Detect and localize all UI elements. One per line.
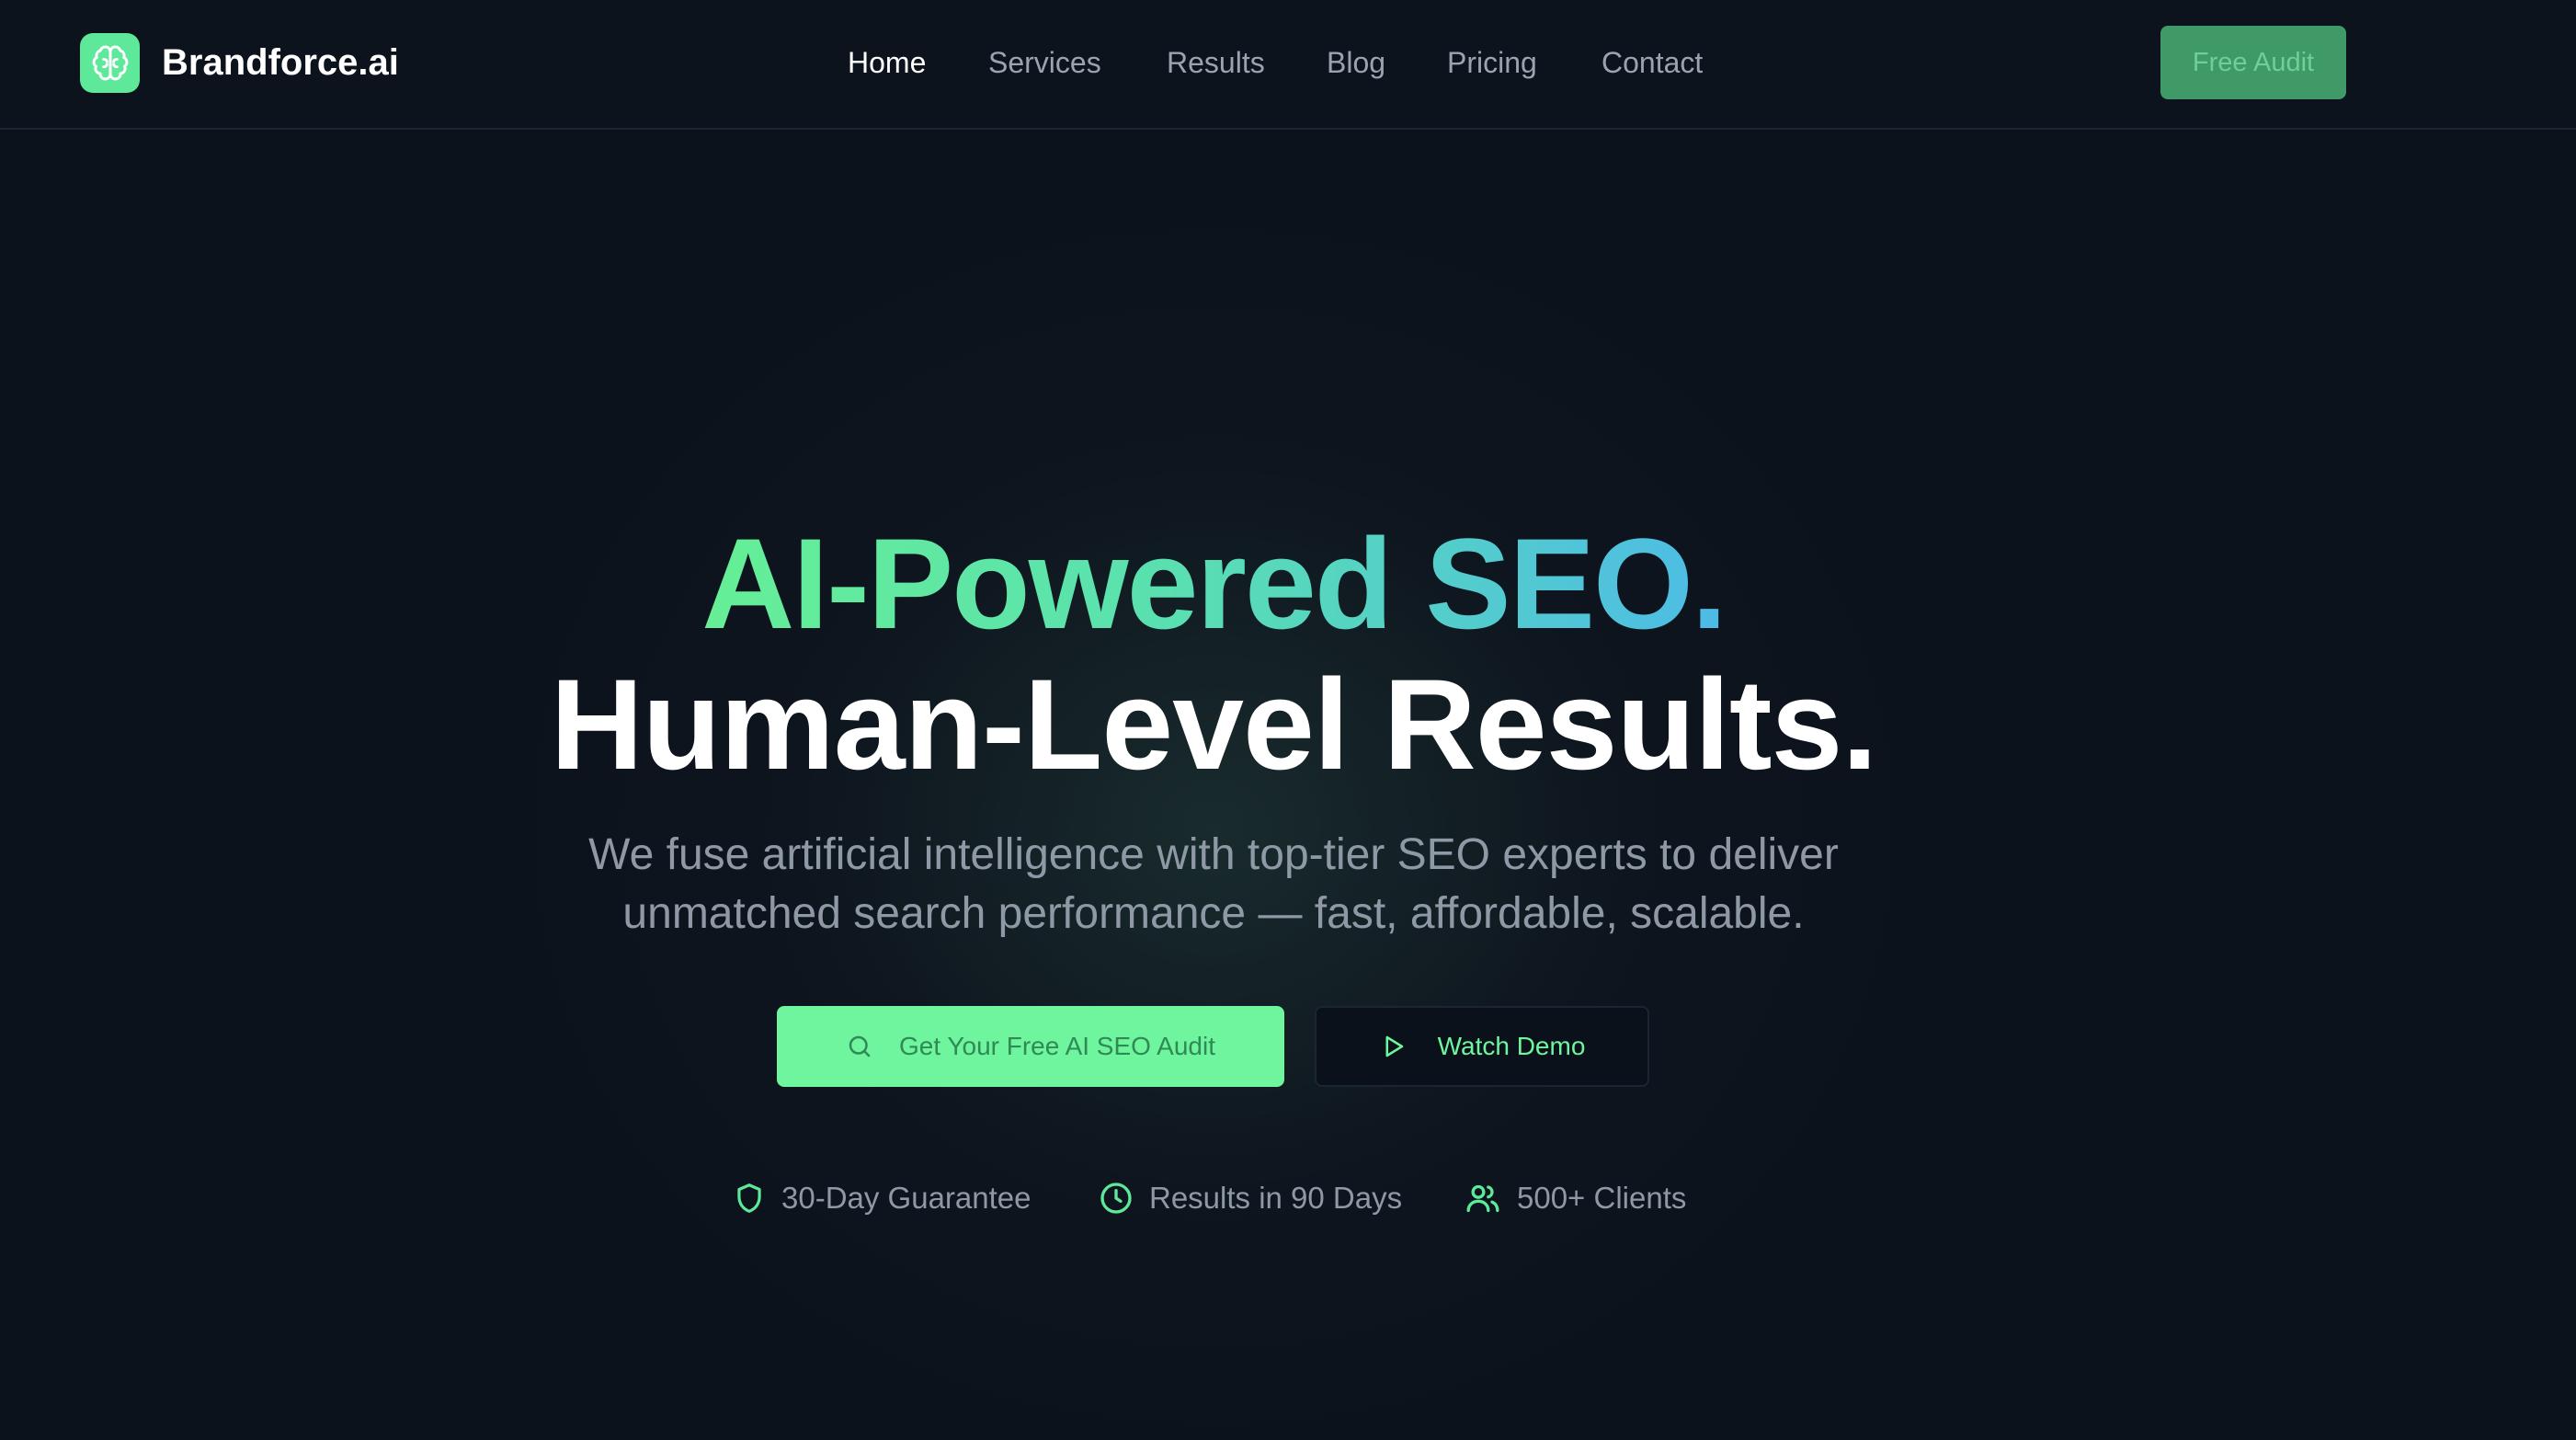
hero-headline-line2: Human-Level Results. [550, 652, 1878, 796]
badge-results-label: Results in 90 Days [1149, 1181, 1403, 1215]
landing-page: Brandforce.ai Home Services Results Blog… [0, 0, 2576, 1440]
nav-item-results[interactable]: Results [1167, 39, 1265, 86]
nav-item-blog[interactable]: Blog [1327, 39, 1385, 86]
brand-name[interactable]: Brandforce.ai [162, 40, 399, 85]
hero-headline-line1: AI-Powered SEO. [0, 515, 2427, 653]
play-icon [1379, 1033, 1407, 1060]
badge-clients-label: 500+ Clients [1517, 1181, 1687, 1215]
hero-subtitle: We fuse artificial intelligence with top… [478, 826, 1949, 943]
nav-item-pricing[interactable]: Pricing [1447, 39, 1537, 86]
watch-demo-label: Watch Demo [1437, 1032, 1586, 1060]
brand-logo[interactable] [80, 33, 140, 93]
badge-results: Results in 90 Days [1098, 1175, 1402, 1221]
free-seo-audit-button[interactable]: Get Your Free AI SEO Audit [777, 1006, 1284, 1087]
site-header: Brandforce.ai Home Services Results Blog… [0, 0, 2576, 130]
brain-icon [90, 43, 131, 84]
hero-headline-gradient: AI-Powered SEO. [701, 511, 1727, 656]
nav-item-services[interactable]: Services [988, 39, 1101, 86]
shield-icon [732, 1180, 767, 1217]
badge-guarantee: 30-Day Guarantee [732, 1175, 1032, 1221]
hero-subtitle-line1: We fuse artificial intelligence with top… [588, 830, 1839, 879]
nav-item-home[interactable]: Home [848, 39, 926, 86]
watch-demo-button[interactable]: Watch Demo [1315, 1006, 1649, 1087]
clock-icon [1098, 1180, 1134, 1217]
badge-guarantee-label: 30-Day Guarantee [781, 1181, 1032, 1215]
users-icon [1464, 1180, 1502, 1217]
badge-clients: 500+ Clients [1464, 1175, 1686, 1221]
search-icon [846, 1033, 873, 1060]
hero-subtitle-line2: unmatched search performance — fast, aff… [622, 889, 1805, 938]
trust-badges: 30-Day Guarantee Results in 90 Days 500+… [0, 1175, 2576, 1221]
free-audit-button[interactable]: Free Audit [2160, 26, 2346, 99]
nav-item-contact[interactable]: Contact [1601, 39, 1703, 86]
free-seo-audit-label: Get Your Free AI SEO Audit [899, 1032, 1215, 1060]
